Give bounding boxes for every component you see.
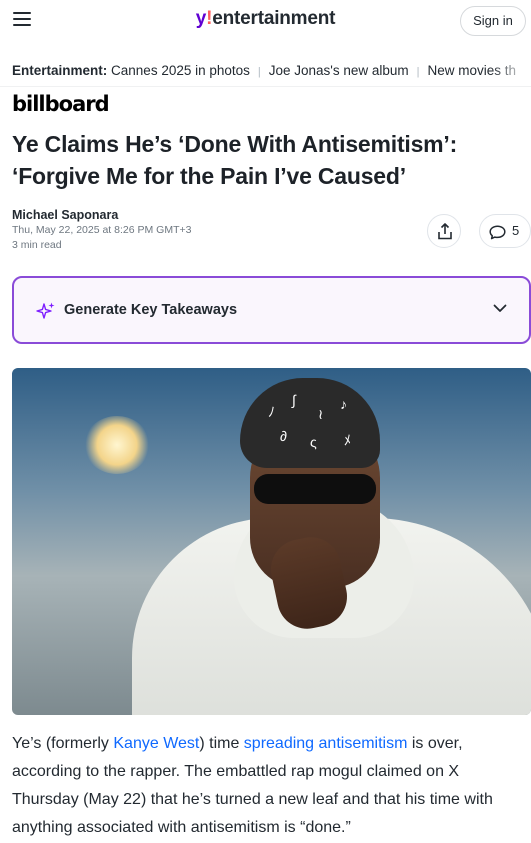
photo-bandana: ﾉ ∫ ≀ ♪ ∂ ς ﾒ — [240, 378, 380, 468]
bokeh-light — [84, 416, 150, 474]
logo-y: y — [195, 8, 207, 29]
article-headline: Ye Claims He’s ‘Done With Antisemitism’:… — [12, 131, 458, 189]
article-paragraph: Ye’s (formerly Kanye West) time spreadin… — [12, 730, 519, 842]
kanye-west-link[interactable]: Kanye West — [113, 735, 199, 752]
share-button[interactable] — [427, 214, 461, 248]
takeaways-label: Generate Key Takeaways — [64, 302, 238, 318]
sign-in-button[interactable]: Sign in — [460, 6, 526, 36]
yahoo-entertainment-logo[interactable]: y!entertainment — [0, 8, 531, 30]
trending-separator: | — [416, 66, 420, 78]
trending-label: Entertainment: — [12, 63, 108, 78]
article-text: ) time — [199, 735, 244, 752]
share-icon — [438, 223, 452, 240]
top-header: y!entertainment Sign in — [0, 0, 531, 44]
trending-item[interactable]: Cannes 2025 in photos — [111, 63, 250, 78]
byline: Michael Saponara Thu, May 22, 2025 at 8:… — [12, 207, 372, 253]
chevron-down-icon — [493, 304, 507, 312]
trending-fade — [491, 55, 531, 86]
comments-button[interactable]: 5 — [479, 214, 531, 248]
comment-icon — [489, 225, 506, 240]
trending-bar: Entertainment: Cannes 2025 in photos | Joe… — [0, 55, 531, 87]
read-time: 3 min read — [12, 239, 62, 251]
article-text: Ye’s (formerly — [12, 735, 114, 752]
sparkle-icon — [36, 302, 55, 319]
publish-date: Thu, May 22, 2025 at 8:26 PM GMT+3 — [12, 224, 192, 236]
generate-key-takeaways-button[interactable]: Generate Key Takeaways — [12, 276, 531, 344]
article-hero-image: ﾉ ∫ ≀ ♪ ∂ ς ﾒ — [12, 368, 531, 715]
spreading-antisemitism-link[interactable]: spreading antisemitism — [244, 735, 408, 752]
publisher-logo[interactable]: billboard — [12, 92, 110, 116]
author-name[interactable]: Michael Saponara — [12, 207, 372, 223]
trending-separator: | — [257, 66, 261, 78]
comments-count: 5 — [512, 223, 520, 238]
logo-section: entertainment — [212, 8, 336, 29]
trending-item[interactable]: Joe Jonas's new album — [269, 63, 409, 78]
photo-sunglasses — [254, 474, 376, 504]
